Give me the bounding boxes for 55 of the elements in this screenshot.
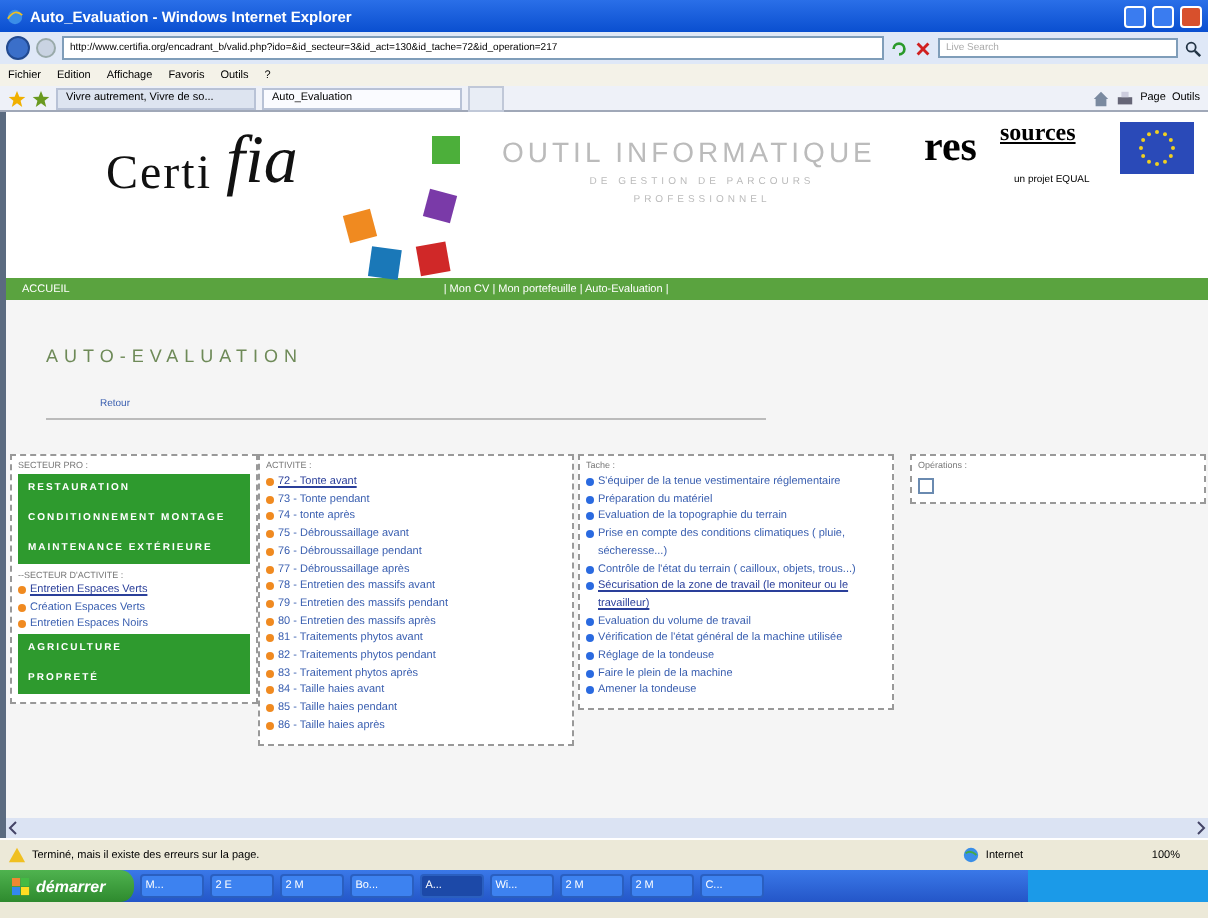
bullet-icon	[266, 530, 274, 539]
page-title: AUTO-EVALUATION	[46, 346, 306, 366]
home-icon[interactable]	[1092, 89, 1111, 107]
header-headline: OUTIL INFORMATIQUE	[502, 136, 876, 168]
certifia-logo: Certi	[106, 148, 212, 202]
bullet-icon	[266, 547, 274, 556]
ressources-logo-raised: sources	[1000, 120, 1076, 146]
scroll-right-icon[interactable]	[1192, 820, 1208, 836]
browser-icon	[6, 7, 24, 25]
maximize-button[interactable]	[1152, 5, 1174, 27]
bullet-icon	[586, 669, 594, 678]
bullet-icon	[586, 652, 594, 661]
back-button[interactable]	[6, 36, 30, 60]
scroll-left-icon[interactable]	[6, 820, 22, 836]
add-favorite-icon[interactable]	[32, 89, 50, 107]
globe-icon	[961, 846, 980, 864]
bullet-icon	[586, 617, 594, 626]
bullet-icon	[266, 721, 274, 730]
bullet-icon	[266, 704, 274, 713]
eu-flag-icon	[1120, 122, 1194, 174]
bullet-icon	[18, 603, 26, 612]
bullet-icon	[586, 530, 594, 539]
bullet-icon	[586, 634, 594, 643]
bullet-icon	[266, 669, 274, 678]
bullet-icon	[586, 686, 594, 695]
print-icon[interactable]	[1116, 89, 1135, 107]
bullet-icon	[266, 582, 274, 591]
operation-checkbox[interactable]	[918, 478, 934, 494]
bullet-icon	[586, 565, 594, 574]
bullet-icon	[586, 582, 594, 591]
bullet-icon	[266, 495, 274, 504]
refresh-icon[interactable]	[890, 39, 908, 57]
windows-flag-icon	[12, 877, 30, 895]
bullet-icon	[266, 652, 274, 661]
bullet-icon	[586, 495, 594, 504]
search-icon[interactable]	[1184, 39, 1202, 57]
bullet-icon	[266, 634, 274, 643]
bullet-icon	[266, 686, 274, 695]
ressources-logo: res	[924, 124, 977, 168]
bullet-icon	[266, 478, 274, 486]
bullet-icon	[266, 617, 274, 626]
bullet-icon	[266, 565, 274, 574]
bullet-icon	[586, 478, 594, 486]
bullet-icon	[18, 586, 26, 594]
minimize-button[interactable]	[1124, 5, 1146, 27]
stop-icon[interactable]	[914, 39, 932, 57]
close-button[interactable]	[1180, 5, 1202, 27]
bullet-icon	[266, 599, 274, 608]
star-icon[interactable]	[8, 89, 26, 107]
certifia-logo-script: fia	[226, 124, 298, 200]
start-button[interactable]: démarrer	[0, 870, 134, 902]
bullet-icon	[586, 512, 594, 521]
bullet-icon	[266, 512, 274, 521]
horizontal-scrollbar[interactable]	[6, 818, 1208, 838]
bullet-icon	[18, 620, 26, 629]
